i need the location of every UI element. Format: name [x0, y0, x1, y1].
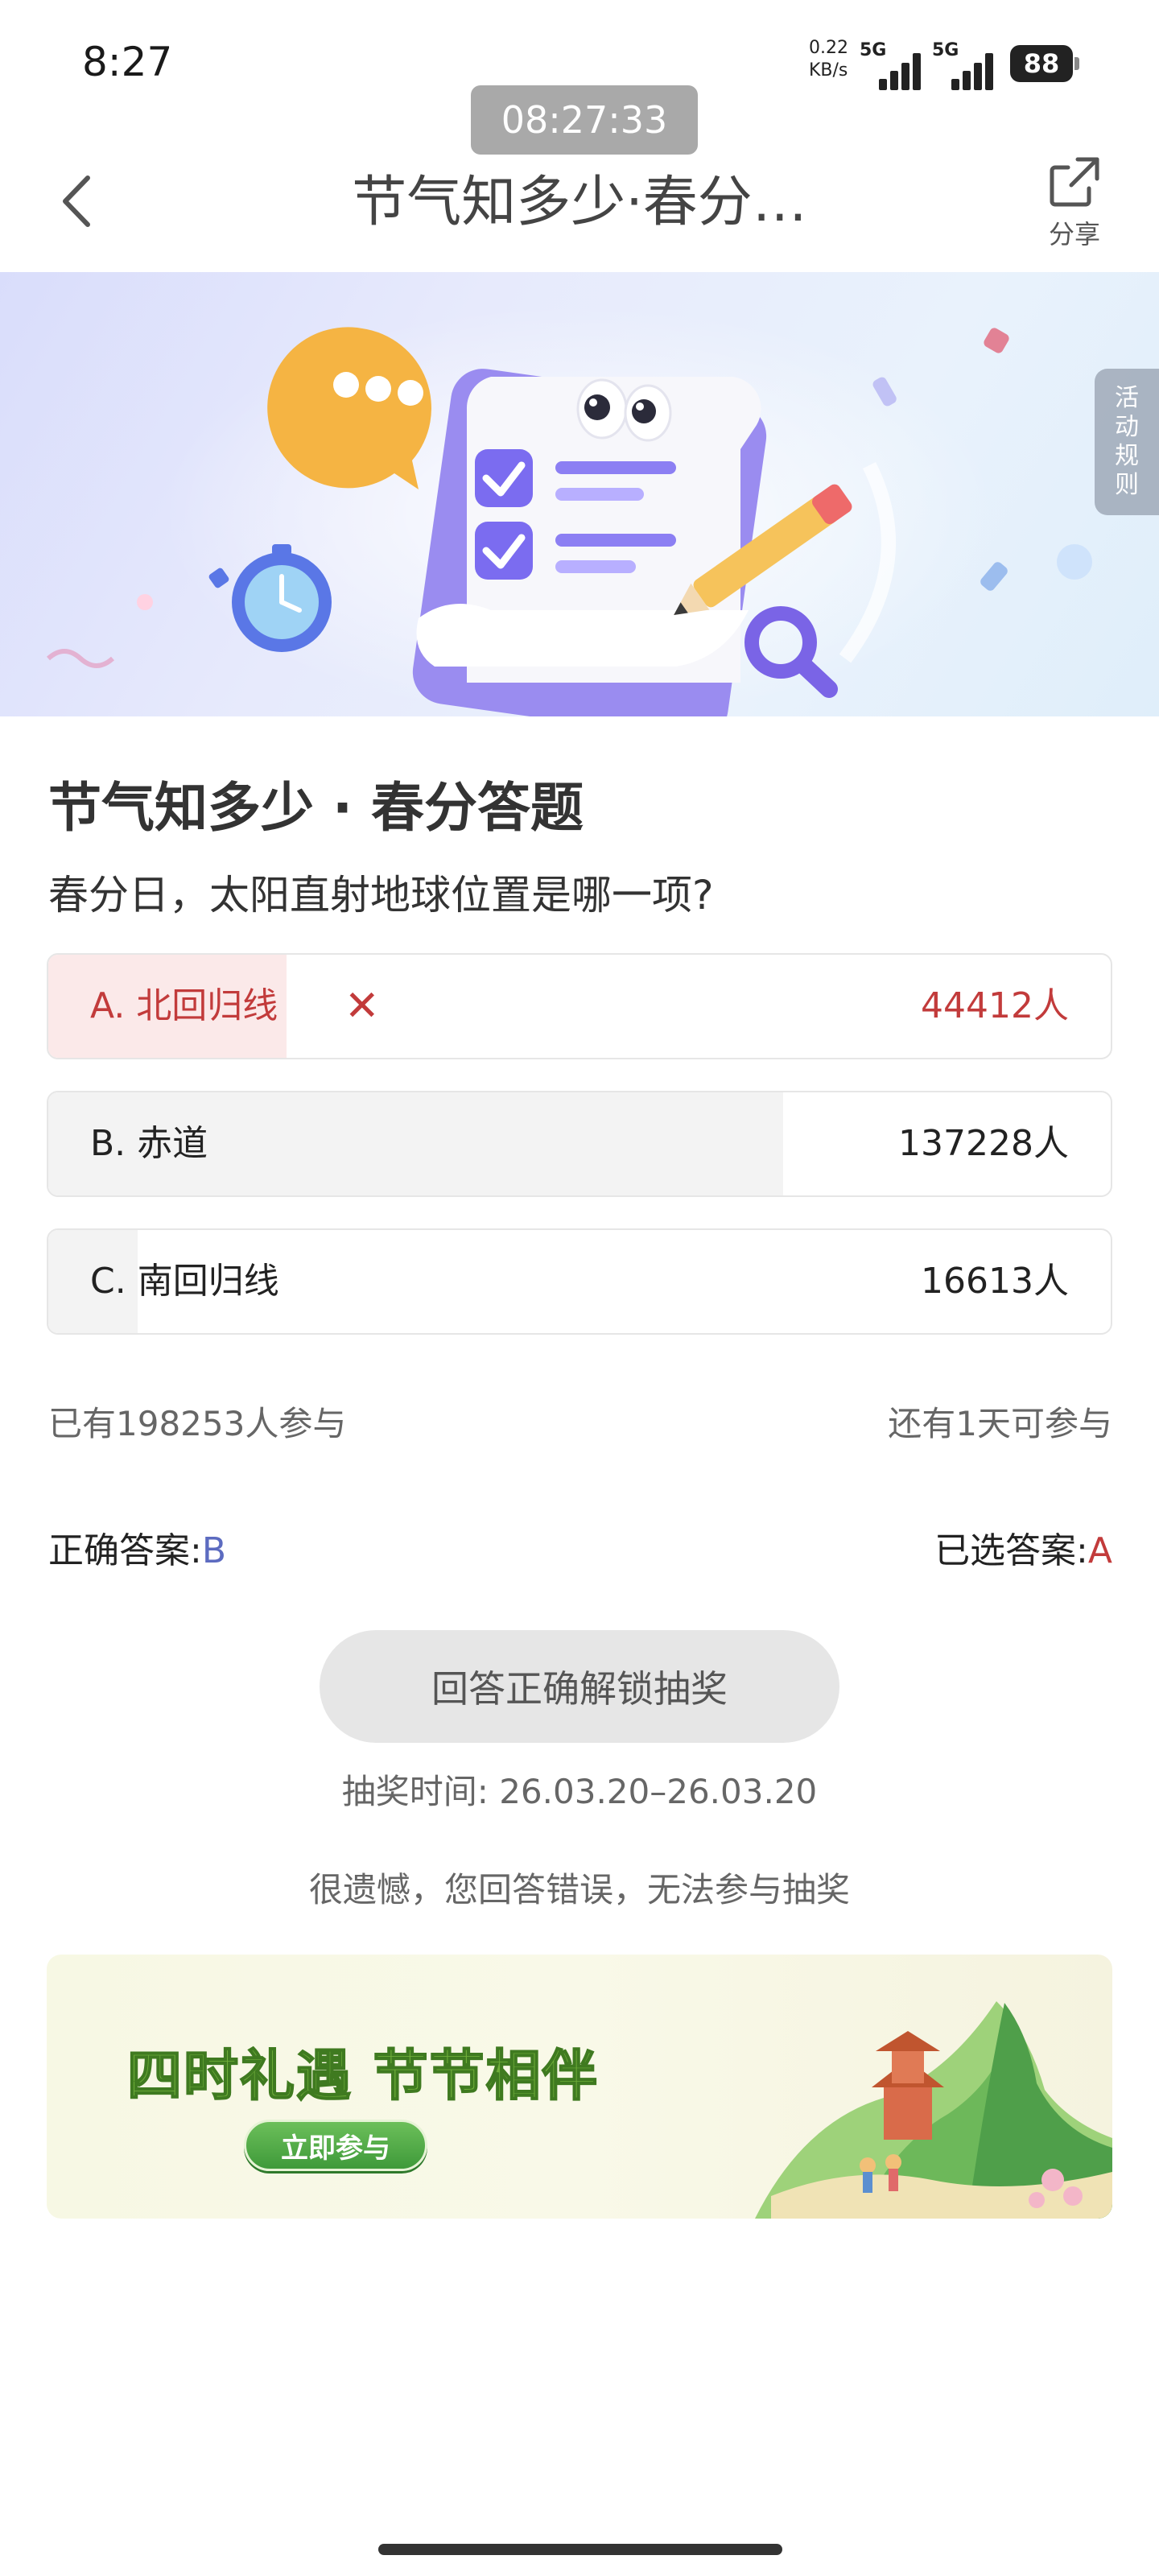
share-label: 分享 — [1048, 219, 1100, 250]
option-label: C. 南回归线 — [90, 1261, 279, 1302]
result-message: 很遗憾，您回答错误，无法参与抽奖 — [308, 1870, 850, 1909]
share-button[interactable]: 分享 — [1030, 153, 1119, 251]
chevron-left-icon — [63, 175, 90, 227]
status-time: 8:27 — [82, 39, 173, 85]
quiz-banner-illustration — [0, 272, 1159, 716]
network-speed-unit: KB/s — [809, 60, 848, 80]
quiz-title: 节气知多少 · 春分答题 — [48, 777, 584, 839]
answer-option-b[interactable]: B. 赤道 137228人 — [47, 1091, 1112, 1197]
page: 8:27 0.22 KB/s 5G 5G 88 08:27:33 节气知多少·春… — [0, 0, 1159, 2576]
share-icon — [1050, 157, 1099, 207]
back-button[interactable] — [48, 165, 105, 237]
wrong-mark-icon: ✕ — [344, 982, 380, 1030]
correct-answer-value: B — [201, 1530, 227, 1571]
question-text: 春分日，太阳直射地球位置是哪一项? — [48, 872, 714, 919]
timer-badge: 08:27:33 — [471, 85, 698, 155]
promo-slogan: 四时礼遇 节节相伴 — [126, 2044, 599, 2109]
vote-count: 16613人 — [921, 1261, 1069, 1302]
home-indicator[interactable] — [378, 2544, 782, 2555]
chosen-answer: 已选答案:A — [934, 1521, 1112, 1573]
network-speed: 0.22 KB/s — [809, 37, 848, 82]
correct-answer-label: 正确答案: — [48, 1530, 202, 1571]
page-title: 节气知多少·春分… — [352, 171, 807, 234]
rules-tab-char: 则 — [1115, 471, 1139, 499]
vote-count: 137228人 — [898, 1123, 1069, 1164]
correct-answer: 正确答案:B — [48, 1521, 226, 1573]
battery-level: 88 — [1023, 48, 1060, 79]
draw-time: 抽奖时间: 26.03.20–26.03.20 — [341, 1772, 818, 1811]
chosen-answer-value: A — [1087, 1530, 1112, 1571]
option-label: B. 赤道 — [90, 1123, 208, 1164]
rules-tab-char: 规 — [1115, 442, 1139, 470]
answer-option-a[interactable]: A. 北回归线 ✕ 44412人 — [47, 953, 1112, 1059]
unlock-lottery-button[interactable]: 回答正确解锁抽奖 — [320, 1630, 839, 1743]
participant-count: 已有198253人参与 — [48, 1404, 347, 1443]
rules-tab-char: 动 — [1115, 413, 1139, 441]
promo-banner[interactable]: 四时礼遇 节节相伴 立即参与 — [47, 1955, 1112, 2219]
join-now-button[interactable]: 立即参与 — [244, 2120, 427, 2171]
battery-icon: 88 — [1010, 45, 1079, 82]
banner-artwork — [46, 304, 1092, 716]
rules-tab-char: 活 — [1115, 384, 1139, 412]
network-speed-value: 0.22 — [809, 38, 848, 58]
vote-count: 44412人 — [921, 985, 1069, 1026]
chosen-answer-label: 已选答案: — [934, 1530, 1088, 1571]
remaining-days: 还有1天可参与 — [888, 1404, 1112, 1443]
activity-rules-tab[interactable]: 活 动 规 则 — [1095, 369, 1159, 515]
answer-option-c[interactable]: C. 南回归线 16613人 — [47, 1228, 1112, 1335]
option-label: A. 北回归线 — [90, 985, 278, 1026]
